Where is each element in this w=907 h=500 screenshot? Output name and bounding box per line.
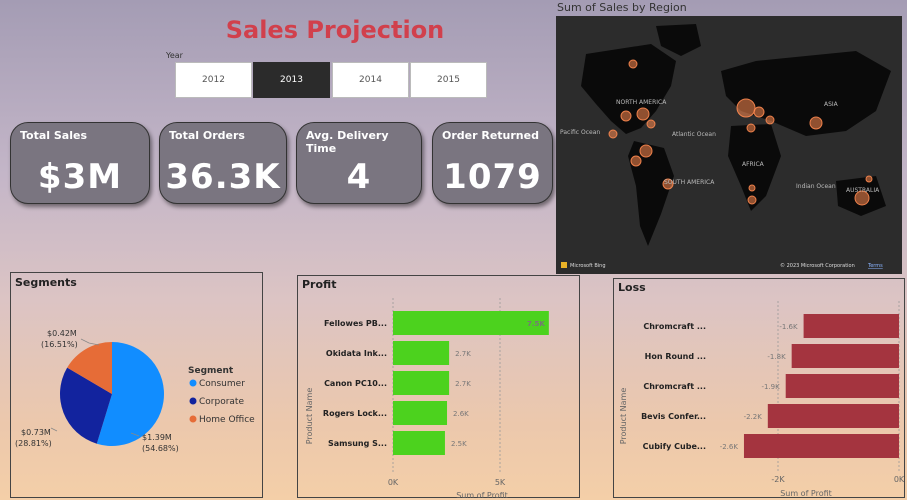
profit-x-axis-label: Sum of Profit <box>456 491 508 499</box>
loss-bar-chart: Product Name Sum of Profit -2K 0K Chromc… <box>619 301 905 498</box>
bar-category-label: Chromcraft ... <box>643 322 706 331</box>
kpi-label: Avg. Delivery Time <box>306 129 389 155</box>
map-label: Indian Ocean <box>796 183 836 190</box>
profit-bar-chart: Product Name Sum of Profit 0K 5K Fellowe… <box>305 298 549 499</box>
bar-value-label: 2.6K <box>453 410 469 418</box>
loss-bar[interactable] <box>743 434 899 458</box>
bar-value-label: 2.7K <box>455 380 471 388</box>
year-button-2014[interactable]: 2014 <box>332 62 409 98</box>
kpi-label: Order Returned <box>442 129 539 142</box>
bar-category-label: Okidata Ink... <box>326 349 387 358</box>
slice-label-pct: (28.81%) <box>15 439 52 448</box>
kpi-card-avg-delivery-time: Avg. Delivery Time 4 <box>296 122 422 204</box>
legend-marker <box>189 379 197 387</box>
page-title: Sales Projection <box>225 16 445 44</box>
bar-category-label: Samsung S... <box>328 439 387 448</box>
loss-bar[interactable] <box>803 314 899 338</box>
bar-value-label: -1.6K <box>779 323 798 331</box>
map-label: NORTH AMERICA <box>616 99 667 106</box>
legend-marker <box>189 397 197 405</box>
map-label: Atlantic Ocean <box>672 131 716 138</box>
loss-tick-label: 0K <box>894 475 905 484</box>
bar-category-label: Canon PC10... <box>324 379 387 388</box>
map-title: Sum of Sales by Region <box>557 1 687 14</box>
year-button-2015[interactable]: 2015 <box>410 62 487 98</box>
kpi-value: 36.3K <box>165 157 281 197</box>
continents <box>581 24 891 246</box>
bar-category-label: Cubify Cube... <box>643 442 706 451</box>
loss-panel: Loss Product Name Sum of Profit -2K 0K C… <box>613 278 905 498</box>
year-filter-label: Year <box>166 51 183 60</box>
loss-tick-label: -2K <box>771 475 785 484</box>
slice-label-value: $0.42M <box>47 329 77 338</box>
kpi-label: Total Orders <box>169 129 245 142</box>
loss-x-axis-label: Sum of Profit <box>780 489 832 498</box>
loss-bar[interactable] <box>791 344 899 368</box>
slice-label-value: $0.73M <box>21 428 51 437</box>
kpi-value: $3M <box>37 157 123 197</box>
loss-y-axis-label: Product Name <box>619 388 628 445</box>
loss-bar[interactable] <box>785 374 899 398</box>
map-label: SOUTH AMERICA <box>664 179 715 186</box>
bar-category-label: Hon Round ... <box>645 352 706 361</box>
profit-bar[interactable] <box>393 401 448 425</box>
map-terms-link[interactable]: Terms <box>867 263 883 269</box>
legend-item-consumer[interactable]: Consumer <box>199 379 245 389</box>
map-label: ASIA <box>824 101 839 108</box>
profit-panel: Profit Product Name Sum of Profit 0K 5K … <box>297 275 580 499</box>
kpi-card-total-orders: Total Orders 36.3K <box>159 122 287 204</box>
profit-y-axis-label: Product Name <box>305 388 314 445</box>
sales-map[interactable]: NORTH AMERICA ASIA Atlantic Ocean AFRICA… <box>556 16 902 274</box>
slice-label-value: $1.39M <box>142 433 172 442</box>
segments-pie-chart: $1.39M (54.68%) $0.73M (28.81%) $0.42M (… <box>15 329 255 453</box>
profit-tick-label: 5K <box>495 478 506 487</box>
bar-value-label: 2.7K <box>455 350 471 358</box>
bar-value-label: 2.5K <box>451 440 467 448</box>
map-label: AFRICA <box>742 161 765 168</box>
bing-logo-icon <box>561 262 567 268</box>
bar-category-label: Fellowes PB... <box>324 319 387 328</box>
loss-bar[interactable] <box>767 404 899 428</box>
kpi-value: 1079 <box>443 157 542 197</box>
bar-value-label: -2.2K <box>744 413 763 421</box>
kpi-card-order-returned: Order Returned 1079 <box>432 122 553 204</box>
profit-bar[interactable] <box>393 341 450 365</box>
legend-item-home-office[interactable]: Home Office <box>199 415 255 425</box>
bar-category-label: Chromcraft ... <box>643 382 706 391</box>
map-copyright: © 2023 Microsoft Corporation <box>780 262 855 269</box>
bar-value-label: -2.6K <box>720 443 739 451</box>
slice-label-pct: (54.68%) <box>142 444 179 453</box>
profit-bar[interactable] <box>393 431 445 455</box>
map-attribution: Microsoft Bing <box>570 263 606 269</box>
profit-tick-label: 0K <box>388 478 399 487</box>
legend-marker <box>189 415 197 423</box>
bar-category-label: Rogers Lock... <box>323 409 387 418</box>
legend-title: Segment <box>188 366 234 376</box>
kpi-label: Total Sales <box>20 129 88 142</box>
profit-bar[interactable] <box>393 311 549 335</box>
bar-value-label: -1.9K <box>761 383 780 391</box>
slice-label-pct: (16.51%) <box>41 340 78 349</box>
kpi-value: 4 <box>346 157 372 197</box>
map-label: Pacific Ocean <box>560 129 600 136</box>
bar-value-label: -1.8K <box>767 353 786 361</box>
segments-panel: Segments $1.39M (54.68%) $0.73M (28.81%)… <box>10 272 263 498</box>
profit-bar[interactable] <box>393 371 450 395</box>
bar-category-label: Bevis Confer... <box>641 412 706 421</box>
map-label: AUSTRALIA <box>846 187 880 194</box>
bar-value-label: 7.5K <box>527 320 545 328</box>
year-button-2013[interactable]: 2013 <box>253 62 330 98</box>
legend-item-corporate[interactable]: Corporate <box>199 397 244 407</box>
year-button-2012[interactable]: 2012 <box>175 62 252 98</box>
kpi-card-total-sales: Total Sales $3M <box>10 122 150 204</box>
